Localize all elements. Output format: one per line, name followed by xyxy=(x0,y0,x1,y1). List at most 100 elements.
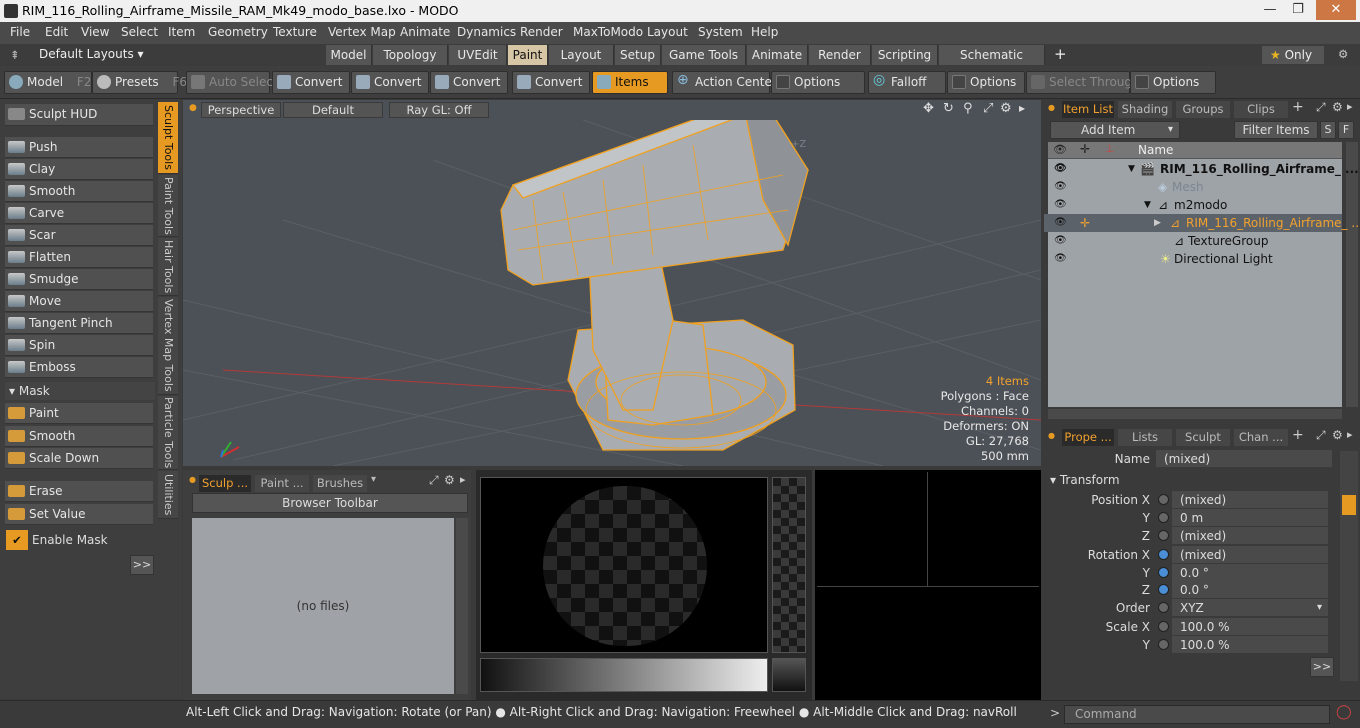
expand-icon[interactable]: ⤢ xyxy=(1316,100,1326,115)
tab-animate[interactable]: Animate xyxy=(747,45,808,65)
properties-more-button[interactable]: >> xyxy=(1310,657,1334,677)
expand-triangle-icon[interactable]: ▼ xyxy=(1128,160,1135,178)
panel-arrow-icon[interactable]: ▸ xyxy=(460,473,466,486)
transform-section-header[interactable]: ▾ Transform xyxy=(1050,471,1330,489)
name-field[interactable]: (mixed) xyxy=(1156,450,1332,467)
tab-paint[interactable]: Paint xyxy=(508,45,548,65)
keyframe-dot-icon[interactable] xyxy=(1158,584,1169,595)
convert-button-2[interactable]: Convert xyxy=(351,71,429,94)
side-strip-active-tab[interactable] xyxy=(1342,495,1356,515)
keyframe-dot-icon[interactable] xyxy=(1158,549,1169,560)
minimize-button[interactable]: — xyxy=(1256,0,1284,20)
tool-emboss[interactable]: Emboss xyxy=(5,357,153,378)
command-input[interactable]: Command xyxy=(1064,705,1330,724)
only-toggle[interactable]: ★ Only xyxy=(1262,46,1324,64)
model-button[interactable]: Model F2 xyxy=(4,71,92,94)
viewport-arrow-icon[interactable]: ▸ xyxy=(1019,101,1025,115)
panel-gear-icon[interactable]: ⚙ xyxy=(1332,100,1343,114)
lock-column-icon[interactable]: ✛ xyxy=(1080,142,1090,156)
tab-item-list[interactable]: Item List xyxy=(1062,101,1114,118)
axis-column-icon[interactable]: ⊥ xyxy=(1105,142,1115,155)
search-toggle-s[interactable]: S xyxy=(1320,121,1336,139)
panel-arrow-icon[interactable]: ▸ xyxy=(1347,100,1353,113)
raygl-dropdown[interactable]: Ray GL: Off xyxy=(389,102,489,118)
keyframe-dot-icon[interactable] xyxy=(1158,530,1169,541)
item-row-texturegroup[interactable]: 👁 ⊿ TextureGroup xyxy=(1048,232,1344,250)
select-through-button[interactable]: Select Through xyxy=(1026,71,1140,94)
expand-icon[interactable]: ⤢ xyxy=(429,473,439,488)
expand-triangle-icon[interactable]: ▼ xyxy=(1144,196,1151,214)
items-button[interactable]: Items xyxy=(592,71,668,94)
vtab-hair-tools[interactable]: Hair Tools xyxy=(158,238,178,296)
item-row-directional-light[interactable]: 👁 ☀ Directional Light xyxy=(1048,250,1344,268)
property-value[interactable]: 0.0 ° xyxy=(1172,581,1328,598)
tab-render[interactable]: Render xyxy=(809,45,871,65)
item-tree-hscrollbar[interactable] xyxy=(1048,409,1342,419)
panel-gear-icon[interactable]: ⚙ xyxy=(1332,428,1343,442)
mask-smooth[interactable]: Smooth xyxy=(5,426,153,447)
item-tree-scrollbar[interactable] xyxy=(1346,142,1358,407)
vtab-utilities[interactable]: Utilities xyxy=(158,471,178,519)
auto-select-button[interactable]: Auto Select xyxy=(186,71,278,94)
visibility-column-eye-icon[interactable]: 👁 xyxy=(1053,143,1067,156)
filter-items-button[interactable]: Filter Items xyxy=(1234,121,1318,139)
menu-help[interactable]: Help xyxy=(751,25,778,39)
set-value-button[interactable]: Set Value xyxy=(5,504,153,525)
property-value[interactable]: 0.0 ° xyxy=(1172,564,1328,581)
menu-system[interactable]: System xyxy=(698,25,743,39)
tab-channels[interactable]: Chan ... xyxy=(1234,429,1288,446)
vtab-sculpt-tools[interactable]: Sculpt Tools xyxy=(158,102,178,174)
pan-icon[interactable]: ✥ xyxy=(923,101,934,116)
perspective-dropdown[interactable]: Perspective xyxy=(201,102,281,118)
options-button-1[interactable]: Options xyxy=(771,71,865,94)
keyframe-dot-icon[interactable] xyxy=(1158,602,1169,613)
menu-select[interactable]: Select xyxy=(121,25,158,39)
tool-flatten[interactable]: Flatten xyxy=(5,247,153,268)
browser-file-area[interactable]: (no files) xyxy=(192,518,454,694)
action-center-button[interactable]: ⊕ Action Center xyxy=(672,71,777,94)
browser-scrollbar[interactable] xyxy=(456,518,468,694)
vtab-vertex-map-tools[interactable]: Vertex Map Tools xyxy=(158,297,178,395)
property-value[interactable]: 0 m xyxy=(1172,509,1328,526)
zoom-icon[interactable]: ⚲ xyxy=(963,101,973,116)
keyframe-dot-icon[interactable] xyxy=(1158,512,1169,523)
property-value[interactable]: 100.0 % xyxy=(1172,618,1328,635)
tab-brushes[interactable]: Brushes xyxy=(313,475,367,492)
layout-pin-icon[interactable]: ⇞ xyxy=(10,48,20,62)
3d-viewport[interactable]: ● Perspective Default Ray GL: Off ✥ ↻ ⚲ … xyxy=(183,100,1041,466)
tab-shading[interactable]: Shading xyxy=(1118,101,1172,118)
keyframe-dot-icon[interactable] xyxy=(1158,567,1169,578)
tab-properties[interactable]: Prope ... xyxy=(1062,429,1114,446)
options-button-3[interactable]: Options xyxy=(1130,71,1216,94)
tool-tangent-pinch[interactable]: Tangent Pinch xyxy=(5,313,153,334)
tool-spin[interactable]: Spin xyxy=(5,335,153,356)
options-button-2[interactable]: Options xyxy=(947,71,1025,94)
panel-arrow-icon[interactable]: ▸ xyxy=(1347,428,1353,441)
tool-move[interactable]: Move xyxy=(5,291,153,312)
maximize-button[interactable]: ❐ xyxy=(1284,0,1312,20)
tab-setup[interactable]: Setup xyxy=(615,45,661,65)
erase-button[interactable]: Erase xyxy=(5,481,153,502)
add-tab-icon[interactable]: + xyxy=(1292,427,1304,443)
eye-icon[interactable]: 👁 xyxy=(1054,250,1067,268)
tab-scripting[interactable]: Scripting xyxy=(872,45,938,65)
gradient-swatch[interactable] xyxy=(772,658,806,692)
search-toggle-f[interactable]: F xyxy=(1338,121,1354,139)
panel-gear-icon[interactable]: ⚙ xyxy=(444,473,455,487)
tab-topology[interactable]: Topology xyxy=(373,45,448,65)
enable-mask-checkbox[interactable]: ✔ xyxy=(6,530,28,550)
item-row-mesh[interactable]: 👁 ◈ Mesh xyxy=(1048,178,1344,196)
more-button[interactable]: >> xyxy=(130,555,154,575)
presets-button[interactable]: Presets F6 xyxy=(92,71,187,94)
tab-sculpt[interactable]: Sculpt xyxy=(1176,429,1230,446)
menu-edit[interactable]: Edit xyxy=(45,25,68,39)
lock-icon[interactable]: ✛ xyxy=(1080,214,1090,232)
menu-file[interactable]: File xyxy=(10,25,30,39)
brush-preview[interactable] xyxy=(480,477,768,653)
tool-carve[interactable]: Carve xyxy=(5,203,153,224)
tab-schematic-fusion[interactable]: Schematic Fusion xyxy=(939,45,1045,82)
item-row-scene[interactable]: 👁 ▼ 🎬 RIM_116_Rolling_Airframe_ ... xyxy=(1048,160,1359,178)
mask-section-header[interactable]: ▾ Mask xyxy=(5,382,155,400)
menu-render[interactable]: Render xyxy=(520,25,563,39)
vtab-particle-tools[interactable]: Particle Tools xyxy=(158,396,178,470)
